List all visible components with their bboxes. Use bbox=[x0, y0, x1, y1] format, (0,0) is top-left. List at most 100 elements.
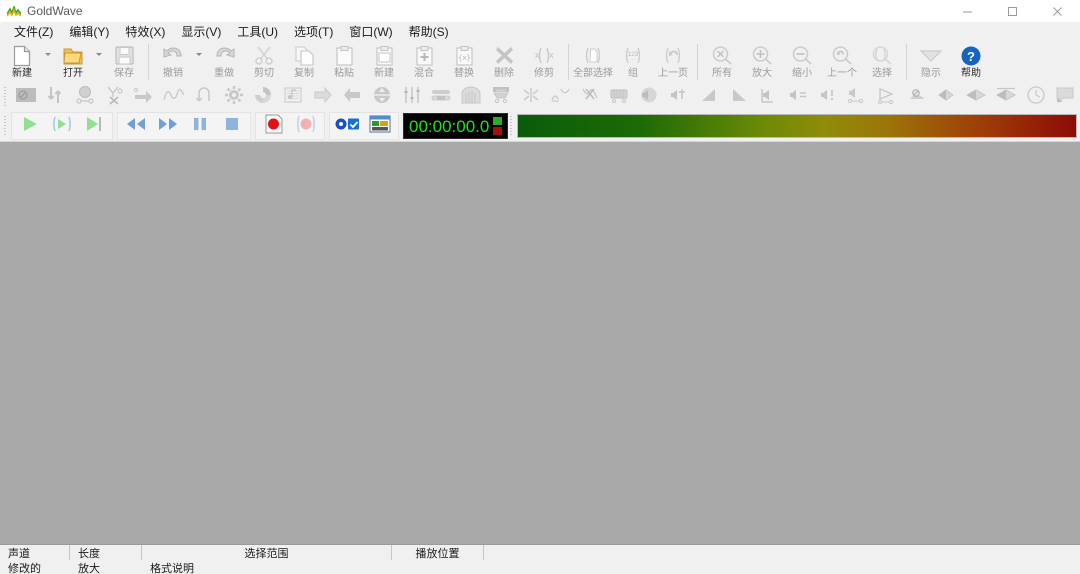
help-button[interactable]: ? 帮助 bbox=[951, 42, 991, 82]
fx-comment[interactable] bbox=[1050, 84, 1080, 110]
select-all-button[interactable]: 全部选择 bbox=[573, 42, 613, 82]
fx-noise-gate[interactable]: mono bbox=[486, 84, 516, 110]
seek-group bbox=[117, 112, 251, 140]
new-file-dropdown[interactable] bbox=[42, 42, 53, 82]
paste-new-icon bbox=[374, 44, 395, 67]
pause-button[interactable] bbox=[184, 114, 216, 138]
fx-silence[interactable] bbox=[872, 84, 902, 110]
meter-drag-grip[interactable] bbox=[510, 115, 515, 137]
fx-auto-gain[interactable] bbox=[70, 84, 100, 110]
rewind-button[interactable] bbox=[120, 114, 152, 138]
fx-offset-right[interactable] bbox=[308, 84, 338, 110]
fx-stereo-wide[interactable] bbox=[932, 84, 962, 110]
open-file-button[interactable]: 打开 bbox=[53, 42, 93, 82]
undo-button[interactable]: 撤销 bbox=[153, 42, 193, 82]
hide-triangle-icon bbox=[918, 44, 944, 67]
menu-window[interactable]: 窗口(W) bbox=[341, 23, 400, 41]
playback-group bbox=[11, 112, 113, 140]
stereo-flip-icon bbox=[965, 87, 987, 108]
previous-page-button[interactable]: 上一页 bbox=[653, 42, 693, 82]
menu-effects[interactable]: 特效(X) bbox=[117, 23, 173, 41]
minimize-button[interactable] bbox=[945, 0, 990, 22]
time-value: 00:00:00.0 bbox=[409, 118, 489, 135]
redo-button[interactable]: 重做 bbox=[204, 42, 244, 82]
play-button[interactable] bbox=[14, 114, 46, 138]
fx-fade-out[interactable] bbox=[159, 84, 189, 110]
fx-fade-in[interactable] bbox=[130, 84, 160, 110]
toolbar-drag-grip[interactable] bbox=[4, 86, 9, 108]
properties-button[interactable] bbox=[332, 114, 364, 138]
fx-equalizer[interactable] bbox=[397, 84, 427, 110]
zoom-all-button[interactable]: 所有 bbox=[702, 42, 742, 82]
undo-dropdown[interactable] bbox=[193, 42, 204, 82]
fx-reverb[interactable] bbox=[456, 84, 486, 110]
fx-mechanize[interactable] bbox=[219, 84, 249, 110]
fx-resample[interactable] bbox=[575, 84, 605, 110]
status-length-header: 长度 bbox=[70, 545, 142, 560]
cut-button[interactable]: 剪切 bbox=[244, 42, 284, 82]
set-marker-button[interactable]: 123··· 组 bbox=[613, 42, 653, 82]
toolbar-file-group: 新建 打开 保存 bbox=[2, 42, 144, 82]
zoom-in-button[interactable]: 放大 bbox=[742, 42, 782, 82]
fx-fade-left[interactable] bbox=[664, 84, 694, 110]
menu-file[interactable]: 文件(Z) bbox=[6, 23, 61, 41]
fx-volume-speaker[interactable] bbox=[605, 84, 635, 110]
mix-button[interactable]: 混合 bbox=[404, 42, 444, 82]
record-new-button[interactable] bbox=[258, 114, 290, 138]
fx-pan-slider[interactable] bbox=[842, 84, 872, 110]
menu-tools[interactable]: 工具(U) bbox=[229, 23, 286, 41]
window-preview-button[interactable] bbox=[364, 114, 396, 138]
fx-stereo-narrow[interactable] bbox=[902, 84, 932, 110]
fx-noise-reduction[interactable] bbox=[545, 84, 575, 110]
menu-view[interactable]: 显示(V) bbox=[173, 23, 229, 41]
fx-offset-left[interactable] bbox=[338, 84, 368, 110]
open-file-dropdown[interactable] bbox=[93, 42, 104, 82]
zoom-previous-button[interactable]: 上一个 bbox=[822, 42, 862, 82]
fx-volume[interactable] bbox=[41, 84, 71, 110]
fx-volume-slider[interactable] bbox=[813, 84, 843, 110]
fx-fade-right[interactable] bbox=[694, 84, 724, 110]
fx-spike-filter[interactable] bbox=[516, 84, 546, 110]
hide-toolbar-button[interactable]: 隐示 bbox=[911, 42, 951, 82]
save-file-button[interactable]: 保存 bbox=[104, 42, 144, 82]
close-button[interactable] bbox=[1035, 0, 1080, 22]
fx-echo[interactable] bbox=[1021, 84, 1051, 110]
fx-shape-volume[interactable] bbox=[100, 84, 130, 110]
maximize-button[interactable] bbox=[990, 0, 1035, 22]
trim-button[interactable]: xx 修剪 bbox=[524, 42, 564, 82]
replace-button[interactable]: {x} 替换 bbox=[444, 42, 484, 82]
fast-forward-button[interactable] bbox=[152, 114, 184, 138]
fx-match-volume[interactable] bbox=[724, 84, 754, 110]
paste-button[interactable]: 粘贴 bbox=[324, 42, 364, 82]
zoom-previous-icon bbox=[831, 44, 853, 67]
paste-new-button[interactable]: 新建 bbox=[364, 42, 404, 82]
fx-none[interactable] bbox=[11, 84, 41, 110]
time-display: 00:00:00.0 bbox=[403, 113, 508, 139]
play-selection-button[interactable] bbox=[46, 114, 78, 138]
workspace-canvas[interactable] bbox=[0, 141, 1080, 544]
zoom-out-button[interactable]: 缩小 bbox=[782, 42, 822, 82]
record-selection-button[interactable] bbox=[290, 114, 322, 138]
transport-drag-grip[interactable] bbox=[4, 115, 9, 137]
menu-help[interactable]: 帮助(S) bbox=[401, 23, 457, 41]
stop-button[interactable] bbox=[216, 114, 248, 138]
menu-options[interactable]: 选项(T) bbox=[286, 23, 341, 41]
fx-compressor[interactable] bbox=[427, 84, 457, 110]
zoom-selection-button[interactable]: 选择 bbox=[862, 42, 902, 82]
volume-max-icon bbox=[787, 87, 809, 108]
menu-edit[interactable]: 编辑(Y) bbox=[61, 23, 117, 41]
fx-time-warp[interactable] bbox=[991, 84, 1021, 110]
fx-volume-equal[interactable] bbox=[753, 84, 783, 110]
fx-doppler[interactable] bbox=[248, 84, 278, 110]
delete-button[interactable]: 删除 bbox=[484, 42, 524, 82]
save-file-label: 保存 bbox=[114, 68, 134, 79]
fx-pitch[interactable] bbox=[278, 84, 308, 110]
fx-invert[interactable] bbox=[189, 84, 219, 110]
fx-volume-adjust[interactable] bbox=[635, 84, 665, 110]
play-to-end-button[interactable] bbox=[78, 114, 110, 138]
fx-channel-mix[interactable] bbox=[367, 84, 397, 110]
fx-stereo-flip[interactable] bbox=[961, 84, 991, 110]
new-file-button[interactable]: 新建 bbox=[2, 42, 42, 82]
fx-volume-maximize[interactable] bbox=[783, 84, 813, 110]
copy-button[interactable]: 复制 bbox=[284, 42, 324, 82]
